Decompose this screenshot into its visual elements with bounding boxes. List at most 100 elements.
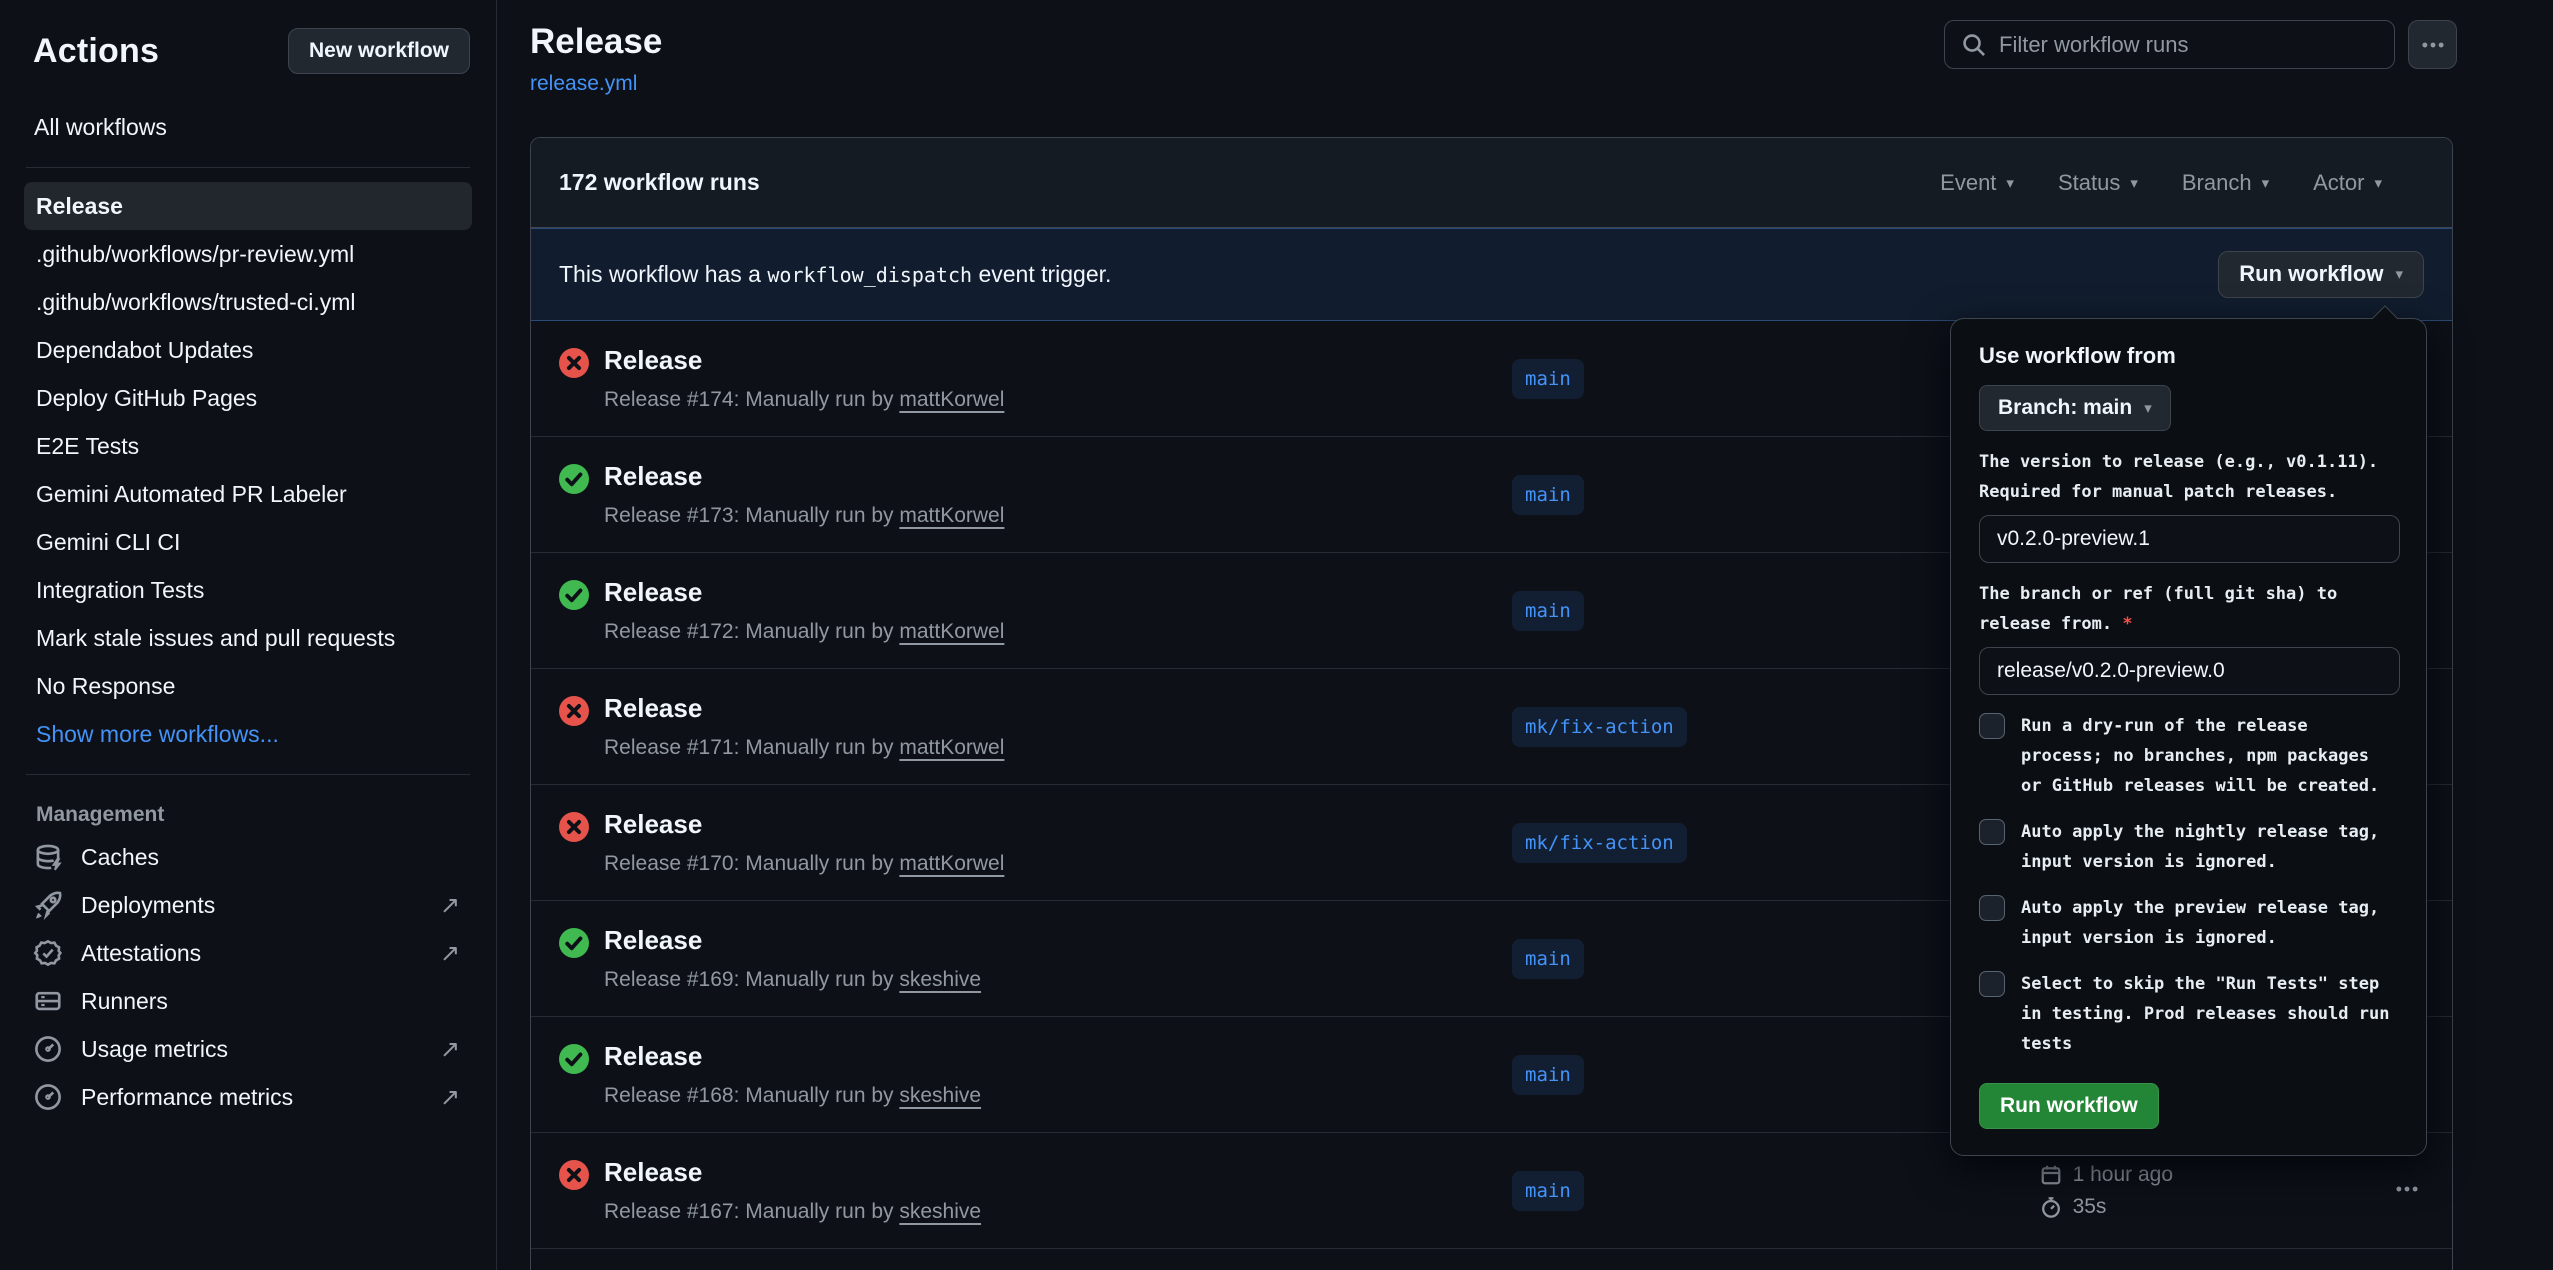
branch-badge[interactable]: main — [1512, 475, 1584, 515]
skip-tests-checkbox-label[interactable]: Select to skip the "Run Tests" step in t… — [2021, 969, 2393, 1059]
branch-badge[interactable]: mk/fix-action — [1512, 707, 1687, 747]
nightly-tag-checkbox-row: Auto apply the nightly release tag, inpu… — [1979, 817, 2398, 877]
sidebar-item-label: Usage metrics — [81, 1036, 228, 1063]
status-filter-dropdown[interactable]: Status▾ — [2058, 170, 2138, 196]
sidebar-item-usage-metrics[interactable]: Usage metrics ↗ — [0, 1025, 496, 1073]
run-duration: 35s — [2039, 1195, 2173, 1219]
sidebar-item-deploy-github-pages[interactable]: Deploy GitHub Pages — [24, 374, 472, 422]
run-title-link[interactable]: Release — [604, 693, 702, 724]
run-description: Release #169: Manually run by skeshive — [604, 968, 981, 992]
workflow-file-link[interactable]: release.yml — [530, 72, 637, 96]
chevron-down-icon: ▾ — [2395, 265, 2403, 283]
sidebar-item-label: Runners — [81, 988, 168, 1015]
version-input[interactable] — [1979, 515, 2400, 563]
actor-link[interactable]: skeshive — [899, 1084, 981, 1107]
sidebar-item-dependabot-updates[interactable]: Dependabot Updates — [24, 326, 472, 374]
sidebar-item-runners[interactable]: Runners — [0, 977, 496, 1025]
run-title-link[interactable]: Release — [604, 809, 702, 840]
status-success-icon — [559, 928, 589, 958]
dry-run-checkbox[interactable] — [1979, 713, 2005, 739]
run-description: Release #168: Manually run by skeshive — [604, 1084, 981, 1108]
run-description: Release #171: Manually run by mattKorwel — [604, 736, 1004, 760]
status-success-icon — [559, 1044, 589, 1074]
branch-select-dropdown[interactable]: Branch: main ▾ — [1979, 385, 2171, 431]
actor-filter-dropdown[interactable]: Actor▾ — [2313, 170, 2382, 196]
event-filter-dropdown[interactable]: Event▾ — [1940, 170, 2014, 196]
run-workflow-dropdown-button[interactable]: Run workflow ▾ — [2218, 251, 2424, 298]
sidebar-item-attestations[interactable]: Attestations ↗ — [0, 929, 496, 977]
branch-badge[interactable]: main — [1512, 1055, 1584, 1095]
run-title-link[interactable]: Release — [604, 1041, 702, 1072]
sidebar-divider — [26, 774, 470, 775]
workflow-options-kebab-button[interactable] — [2408, 20, 2457, 69]
sidebar-item-pr-review[interactable]: .github/workflows/pr-review.yml — [24, 230, 472, 278]
branch-badge[interactable]: main — [1512, 591, 1584, 631]
run-workflow-submit-button[interactable]: Run workflow — [1979, 1083, 2159, 1129]
actor-link[interactable]: mattKorwel — [899, 388, 1004, 411]
actor-link[interactable]: mattKorwel — [899, 736, 1004, 759]
chevron-down-icon: ▾ — [2144, 399, 2152, 417]
filter-workflow-runs-input[interactable] — [1999, 32, 2378, 58]
kebab-horizontal-icon — [2394, 1176, 2420, 1202]
kebab-horizontal-icon — [2420, 32, 2446, 58]
sidebar-item-no-response[interactable]: No Response — [24, 662, 472, 710]
sidebar-item-gemini-pr-labeler[interactable]: Gemini Automated PR Labeler — [24, 470, 472, 518]
management-heading: Management — [0, 789, 496, 833]
status-success-icon — [559, 580, 589, 610]
new-workflow-button[interactable]: New workflow — [288, 28, 470, 74]
sidebar-item-deployments[interactable]: Deployments ↗ — [0, 881, 496, 929]
verified-badge-icon — [33, 938, 63, 968]
preview-tag-checkbox-label[interactable]: Auto apply the preview release tag, inpu… — [2021, 893, 2393, 953]
external-link-icon: ↗ — [440, 939, 460, 967]
status-success-icon — [559, 464, 589, 494]
run-workflow-dialog: Use workflow from Branch: main ▾ The ver… — [1950, 318, 2427, 1156]
nightly-tag-checkbox-label[interactable]: Auto apply the nightly release tag, inpu… — [2021, 817, 2393, 877]
sidebar-item-mark-stale[interactable]: Mark stale issues and pull requests — [24, 614, 472, 662]
dry-run-checkbox-label[interactable]: Run a dry-run of the release process; no… — [2021, 711, 2393, 801]
run-options-kebab-button[interactable] — [2388, 1170, 2426, 1211]
meter-icon — [33, 1082, 63, 1112]
skip-tests-checkbox-row: Select to skip the "Run Tests" step in t… — [1979, 969, 2398, 1059]
server-icon — [33, 986, 63, 1016]
run-title-link[interactable]: Release — [604, 577, 702, 608]
actor-link[interactable]: mattKorwel — [899, 852, 1004, 875]
actor-link[interactable]: mattKorwel — [899, 504, 1004, 527]
branch-badge[interactable]: main — [1512, 1171, 1584, 1211]
sidebar-item-trusted-ci[interactable]: .github/workflows/trusted-ci.yml — [24, 278, 472, 326]
external-link-icon: ↗ — [440, 891, 460, 919]
branch-filter-dropdown[interactable]: Branch▾ — [2182, 170, 2269, 196]
run-title-link[interactable]: Release — [604, 925, 702, 956]
skip-tests-checkbox[interactable] — [1979, 971, 2005, 997]
sidebar-item-gemini-cli-ci[interactable]: Gemini CLI CI — [24, 518, 472, 566]
sidebar-item-e2e-tests[interactable]: E2E Tests — [24, 422, 472, 470]
chevron-down-icon: ▾ — [2006, 174, 2014, 192]
branch-badge[interactable]: main — [1512, 939, 1584, 979]
sidebar-item-integration-tests[interactable]: Integration Tests — [24, 566, 472, 614]
status-failure-icon — [559, 812, 589, 842]
run-title-link[interactable]: Release — [604, 345, 702, 376]
runs-count: 172 workflow runs — [559, 169, 760, 196]
search-icon — [1961, 32, 1987, 58]
show-more-workflows-link[interactable]: Show more workflows... — [24, 710, 472, 758]
sidebar-item-release[interactable]: Release — [24, 182, 472, 230]
sidebar-item-all-workflows[interactable]: All workflows — [24, 104, 472, 151]
sidebar-item-performance-metrics[interactable]: Performance metrics ↗ — [0, 1073, 496, 1121]
sidebar-item-caches[interactable]: Caches — [0, 833, 496, 881]
run-title-link[interactable]: Release — [604, 1157, 702, 1188]
preview-tag-checkbox[interactable] — [1979, 895, 2005, 921]
sidebar-title: Actions — [33, 32, 159, 71]
nightly-tag-checkbox[interactable] — [1979, 819, 2005, 845]
branch-badge[interactable]: mk/fix-action — [1512, 823, 1687, 863]
actor-link[interactable]: skeshive — [899, 1200, 981, 1223]
workflow-dispatch-banner: This workflow has a workflow_dispatch ev… — [531, 228, 2452, 321]
run-description: Release #170: Manually run by mattKorwel — [604, 852, 1004, 876]
preview-tag-checkbox-row: Auto apply the preview release tag, inpu… — [1979, 893, 2398, 953]
sidebar-divider — [26, 167, 470, 168]
workflow-dispatch-code: workflow_dispatch — [767, 263, 972, 287]
run-title-link[interactable]: Release — [604, 461, 702, 492]
actor-link[interactable]: mattKorwel — [899, 620, 1004, 643]
status-failure-icon — [559, 1160, 589, 1190]
actor-link[interactable]: skeshive — [899, 968, 981, 991]
branch-badge[interactable]: main — [1512, 359, 1584, 399]
ref-input[interactable] — [1979, 647, 2400, 695]
